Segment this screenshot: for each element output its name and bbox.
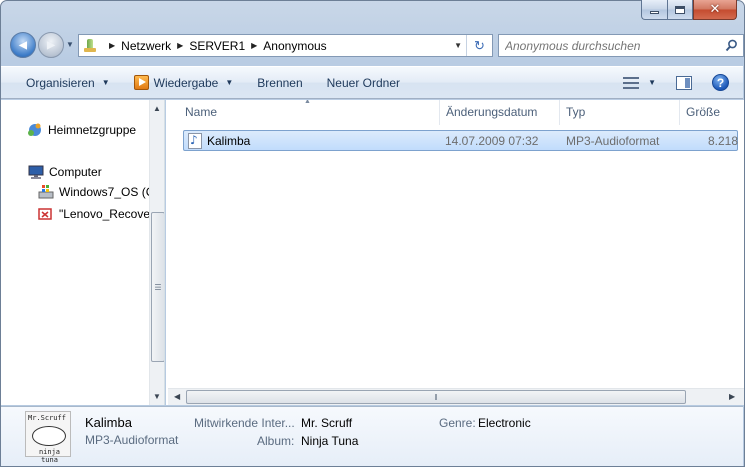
command-bar: Organisieren ▼ Wiedergabe ▼ Brennen Neue… (1, 66, 743, 99)
burn-button[interactable]: Brennen (257, 76, 302, 90)
scroll-down-arrow-icon[interactable]: ▼ (153, 392, 161, 401)
horizontal-scrollbar[interactable]: ◀ ‖ ▶ (168, 388, 744, 405)
sidebar-item-lenovo-recovery[interactable]: "Lenovo_Recover (38, 206, 154, 222)
scroll-left-arrow-icon[interactable]: ◀ (174, 392, 180, 401)
column-header-row: ▲ Name Änderungsdatum Typ Größe (166, 100, 744, 125)
network-folder-icon (83, 38, 97, 53)
back-button[interactable]: ◀ (10, 32, 36, 58)
thumbnail-text: ninja tuna (38, 448, 61, 464)
maximize-icon (675, 5, 685, 14)
details-file-type: MP3-Audioformat (85, 433, 179, 447)
help-icon[interactable]: ? (712, 74, 729, 91)
artists-value[interactable]: Mr. Scruff (301, 416, 352, 430)
play-icon (133, 75, 149, 90)
file-type: MP3-Audioformat (566, 134, 660, 148)
file-list: ▲ Name Änderungsdatum Typ Größe Kalimba … (166, 100, 744, 405)
column-name-label: Name (185, 105, 218, 119)
forward-arrow-icon: ▶ (47, 39, 55, 51)
dropdown-arrow-icon: ▼ (225, 78, 234, 87)
sort-ascending-icon: ▲ (304, 100, 311, 105)
scroll-right-arrow-icon[interactable]: ▶ (729, 392, 735, 401)
search-box[interactable] (498, 34, 744, 57)
play-label: Wiedergabe (153, 75, 219, 90)
file-size: 8.218 (708, 134, 739, 148)
drive-icon (38, 185, 54, 199)
sidebar-item-label: Heimnetzgruppe (48, 123, 137, 137)
genre-label: Genre: (439, 416, 476, 430)
sidebar-item-label: Windows7_OS (C (59, 185, 155, 199)
scrollbar-thumb[interactable]: ☰ (151, 212, 164, 362)
address-bar[interactable]: ▶ Netzwerk ▶ SERVER1 ▶ Anonymous ▼ ↻ (78, 34, 493, 57)
search-icon[interactable] (725, 39, 738, 52)
scroll-up-arrow-icon[interactable]: ▲ (153, 104, 161, 113)
sidebar-item-computer[interactable]: Computer (28, 164, 102, 180)
views-dropdown-arrow-icon[interactable]: ▼ (648, 78, 656, 87)
chevron-right-icon[interactable]: ▶ (177, 41, 183, 50)
minimize-button[interactable] (641, 0, 667, 20)
thumbnail-text: Mr.Scruff (28, 414, 66, 422)
recent-pages-dropdown[interactable]: ▼ (66, 40, 74, 49)
maximize-button[interactable] (667, 0, 693, 20)
audio-file-icon (188, 132, 202, 149)
details-file-name: Kalimba (85, 415, 132, 430)
sidebar-item-label: "Lenovo_Recover (59, 207, 154, 221)
navpane-vertical-scrollbar[interactable]: ▲ ☰ ▼ (149, 100, 164, 405)
file-name: Kalimba (207, 133, 251, 148)
artists-label: Mitwirkende Inter... (194, 416, 295, 430)
sidebar-item-label: Computer (49, 165, 102, 179)
toolbar-right-group: ▼ ? (623, 74, 729, 91)
preview-pane-icon[interactable] (676, 75, 692, 90)
chevron-right-icon[interactable]: ▶ (109, 41, 115, 50)
sidebar-item-windows7-os[interactable]: Windows7_OS (C (38, 184, 154, 200)
album-label: Album: (257, 434, 295, 448)
homegroup-icon (28, 123, 41, 136)
genre-value[interactable]: Electronic (478, 416, 531, 430)
forward-button[interactable]: ▶ (38, 32, 64, 58)
close-icon: ✕ (709, 2, 721, 17)
new-folder-button[interactable]: Neuer Ordner (327, 76, 400, 90)
scrollbar-thumb[interactable]: ‖ (186, 390, 686, 404)
table-row[interactable]: Kalimba 14.07.2009 07:32 MP3-Audioformat… (183, 130, 738, 151)
refresh-icon: ↻ (474, 37, 485, 53)
album-art-drawing (32, 426, 66, 446)
breadcrumb-anonymous[interactable]: Anonymous (263, 39, 326, 53)
chevron-right-icon[interactable]: ▶ (251, 41, 257, 50)
play-button[interactable]: Wiedergabe ▼ (133, 75, 234, 90)
column-size-label: Größe (686, 105, 721, 119)
column-header-type[interactable]: Typ (560, 100, 680, 125)
organize-label: Organisieren (26, 75, 95, 90)
back-arrow-icon: ◀ (19, 39, 27, 51)
window-caption-buttons: ✕ (641, 0, 737, 20)
search-input[interactable] (505, 38, 705, 53)
album-value[interactable]: Ninja Tuna (301, 434, 358, 448)
change-view-icon[interactable] (623, 76, 640, 90)
column-type-label: Typ (566, 105, 586, 119)
close-button[interactable]: ✕ (693, 0, 737, 20)
column-date-label: Änderungsdatum (446, 105, 538, 119)
dropdown-arrow-icon: ▼ (101, 78, 110, 87)
file-date: 14.07.2009 07:32 (445, 134, 539, 148)
burn-label: Brennen (257, 75, 303, 90)
new-folder-label: Neuer Ordner (326, 75, 401, 90)
column-header-size[interactable]: Größe (680, 100, 744, 125)
sidebar-item-homegroup[interactable]: Heimnetzgruppe (27, 122, 136, 138)
breadcrumb-server1[interactable]: SERVER1 (189, 39, 245, 53)
navigation-pane: Heimnetzgruppe Computer Windows7_OS (C "… (1, 100, 165, 405)
details-pane: Mr.Scruff ninja tuna Kalimba MP3-Audiofo… (1, 406, 743, 466)
computer-icon (28, 165, 44, 179)
column-header-name[interactable]: ▲ Name (166, 100, 440, 125)
recovery-drive-icon (38, 208, 52, 220)
album-art-thumbnail: Mr.Scruff ninja tuna (25, 411, 71, 464)
refresh-button[interactable]: ↻ (466, 35, 492, 56)
column-header-date[interactable]: Änderungsdatum (440, 100, 560, 125)
organize-button[interactable]: Organisieren ▼ (26, 76, 110, 90)
navigation-bar: ◀ ▶ ▼ ▶ Netzwerk ▶ SERVER1 ▶ Anonymous ▼… (8, 32, 744, 60)
address-history-dropdown[interactable]: ▼ (454, 41, 462, 50)
minimize-icon (650, 11, 659, 14)
breadcrumb-netzwerk[interactable]: Netzwerk (121, 39, 171, 53)
